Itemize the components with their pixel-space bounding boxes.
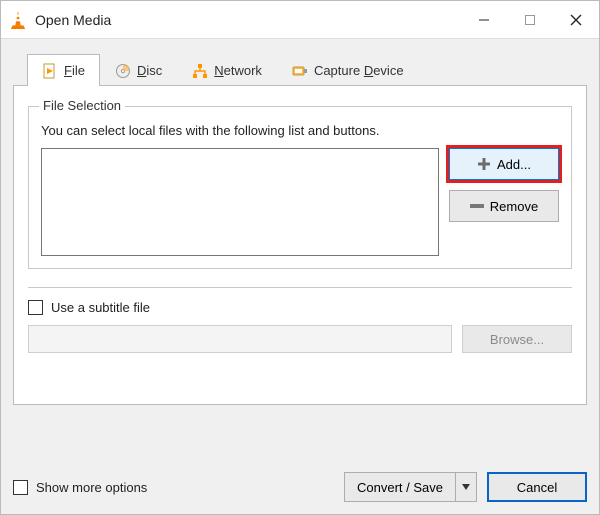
show-more-options-label: Show more options [36,480,147,495]
subtitle-checkbox-row[interactable]: Use a subtitle file [28,300,572,315]
show-more-options-checkbox[interactable] [13,480,28,495]
tab-file[interactable]: File [27,54,100,86]
add-button[interactable]: Add... [449,148,559,180]
remove-button[interactable]: Remove [449,190,559,222]
disc-icon [115,63,131,79]
window-title: Open Media [35,12,461,28]
maximize-button[interactable] [507,1,553,38]
minus-icon [470,204,484,208]
tab-capture-device[interactable]: Capture Device [277,54,419,86]
tab-disc[interactable]: Disc [100,54,177,86]
dialog-footer: Show more options Convert / Save Cancel [13,472,587,502]
file-list[interactable] [41,148,439,256]
file-selection-hint: You can select local files with the foll… [41,123,559,138]
subtitle-checkbox[interactable] [28,300,43,315]
subtitle-checkbox-label: Use a subtitle file [51,300,150,315]
convert-save-label: Convert / Save [345,473,456,501]
tab-label: File [64,63,85,78]
minimize-button[interactable] [461,1,507,38]
network-icon [192,63,208,79]
tab-label: Disc [137,63,162,78]
window-controls [461,1,599,38]
group-title: File Selection [39,98,125,113]
titlebar: Open Media [1,1,599,39]
convert-save-button[interactable]: Convert / Save [344,472,477,502]
plus-icon [477,157,491,171]
open-media-window: Open Media File [0,0,600,515]
chevron-down-icon [462,484,470,490]
cancel-button[interactable]: Cancel [487,472,587,502]
file-selection-group: File Selection You can select local file… [28,106,572,269]
tab-bar: File Disc Network [13,49,587,85]
separator [28,287,572,288]
cancel-label: Cancel [517,480,557,495]
tab-panel: File Selection You can select local file… [13,85,587,405]
file-icon [42,63,58,79]
convert-save-dropdown[interactable] [456,473,476,501]
subtitle-path-field [28,325,452,353]
vlc-icon [9,10,27,30]
show-more-options-row[interactable]: Show more options [13,480,344,495]
client-area: File Disc Network [1,39,599,417]
tab-label: Capture Device [314,63,404,78]
browse-button: Browse... [462,325,572,353]
close-button[interactable] [553,1,599,38]
capture-icon [292,63,308,79]
tab-network[interactable]: Network [177,54,277,86]
tab-label: Network [214,63,262,78]
